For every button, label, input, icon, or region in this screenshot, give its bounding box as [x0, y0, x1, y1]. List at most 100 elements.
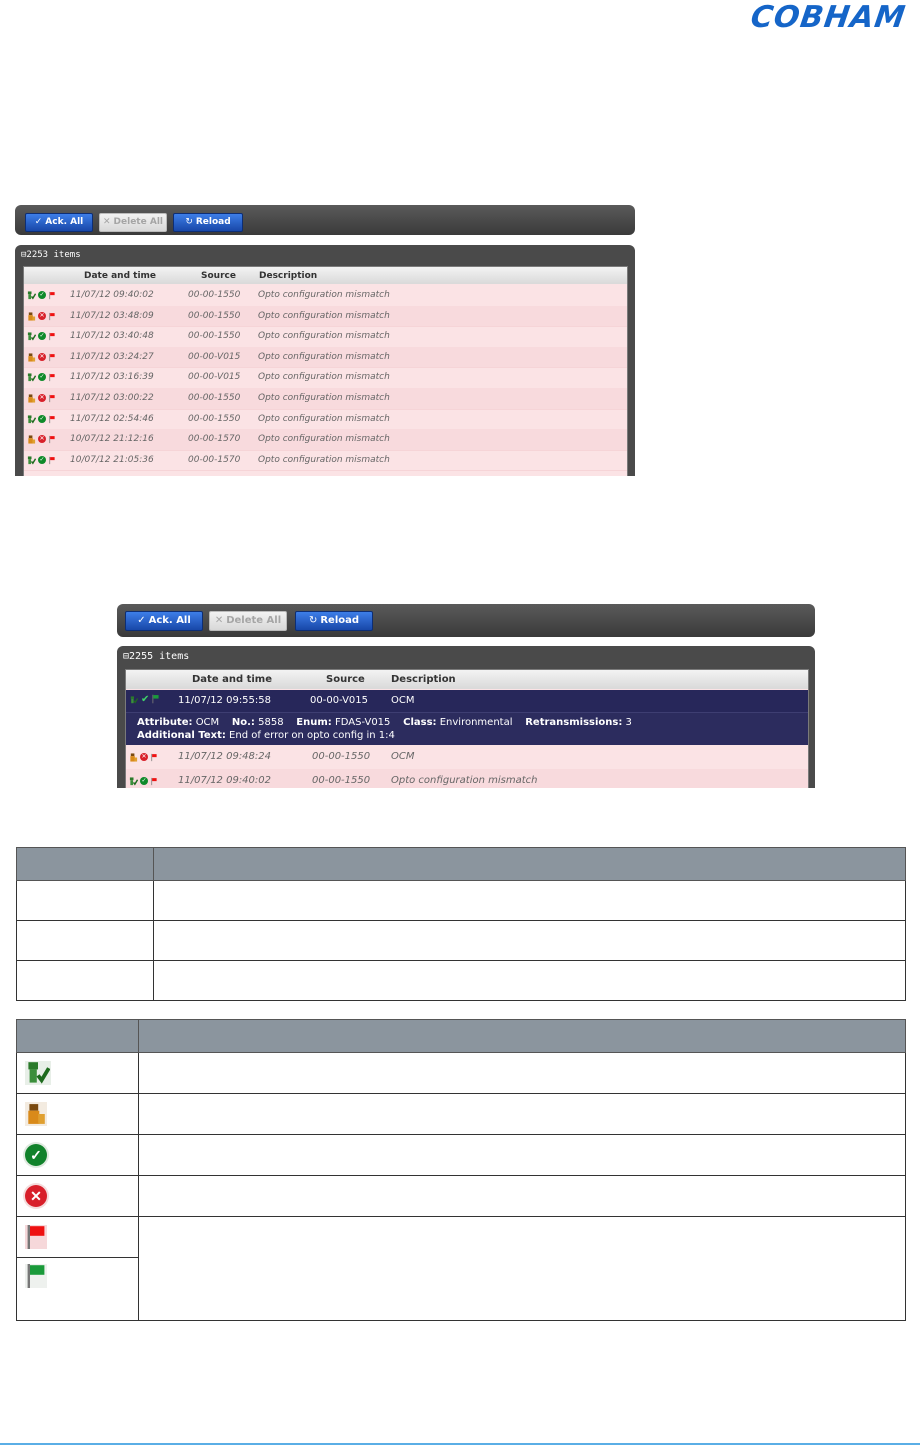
table-row[interactable]: ✓ 10/07/12 21:05:36 00-00-1570 Opto configu… — [24, 450, 627, 472]
table-row[interactable]: ✓ 11/07/12 09:40:02 00-00-1550 Opto configu… — [126, 769, 808, 788]
column-date[interactable]: Date and time — [84, 271, 156, 281]
table-row[interactable]: ✕ 11/07/12 09:48:24 00-00-1550 OCM — [126, 745, 808, 770]
alarm-list-panel: ⊟2255 items Date and time Source Descrip… — [117, 646, 815, 788]
acknowledged-icon — [27, 415, 36, 424]
row-date: 11/07/12 03:16:39 — [70, 372, 154, 383]
delete-all-button[interactable]: ✕ Delete All — [209, 611, 287, 631]
acknowledged-icon — [129, 777, 138, 786]
double-check-icon: ✓ — [137, 615, 146, 626]
table-row[interactable]: ✕ 11/07/12 03:48:09 00-00-1550 Opto configu… — [24, 305, 627, 328]
red-flag-icon — [49, 312, 55, 321]
table-row[interactable]: ✕ 10/07/12 21:12:16 00-00-1570 Opto configu… — [24, 429, 627, 451]
alarm-log-screenshot-2: ✓ Ack. All ✕ Delete All ↻ Reload ⊟2255 item… — [117, 604, 815, 788]
item-count[interactable]: ⊟2255 items — [123, 651, 189, 662]
row-date: 11/07/12 09:48:24 — [178, 751, 272, 762]
unacknowledged-icon — [27, 312, 36, 321]
detail-line-1: Attribute: OCM No.: 5858 Enum: FDAS-V015… — [137, 717, 632, 728]
acknowledged-icon — [27, 373, 36, 382]
row-description: Opto configuration mismatch — [258, 454, 390, 465]
close-icon: ✕ — [103, 217, 111, 227]
row-source: 00-00-1550 — [188, 290, 241, 300]
red-flag-icon — [49, 394, 55, 403]
column-date[interactable]: Date and time — [192, 674, 272, 685]
ack-all-button[interactable]: ✓ Ack. All — [125, 611, 203, 631]
red-flag-icon — [49, 291, 55, 300]
reload-icon: ↻ — [308, 615, 318, 626]
row-description: Opto configuration mismatch — [258, 434, 390, 445]
row-source: 00-00-1550 — [312, 751, 371, 762]
table-row — [16, 920, 906, 961]
row-date: 11/07/12 03:24:27 — [70, 351, 154, 362]
red-flag-icon — [151, 777, 157, 786]
ok-check-icon: ✓ — [38, 332, 46, 341]
ok-check-icon: ✓ — [38, 414, 46, 423]
error-x-icon: ✕ — [38, 394, 46, 402]
alarm-list-panel: ⊟2253 items Date and time Source Descrip… — [15, 245, 635, 476]
delete-all-button[interactable]: ✕ Delete All — [99, 213, 167, 232]
table-row[interactable]: ✕ 11/07/12 03:00:22 00-00-1550 Opto configu… — [24, 388, 627, 410]
green-flag-icon — [152, 694, 159, 704]
alarm-log-screenshot-1: ✓ Ack. All ✕ Delete All ↻ Reload ⊟2253 item… — [15, 205, 635, 476]
row-date: 10/07/12 21:05:36 — [70, 454, 154, 465]
selected-row[interactable]: ✔ 11/07/12 09:55:58 00-00-V015 OCM — [126, 690, 808, 712]
row-source: 00-00-1550 — [188, 331, 241, 342]
table-row — [16, 1052, 906, 1094]
unacknowledged-icon — [27, 435, 36, 444]
error-x-icon: ✕ — [38, 352, 46, 361]
unacknowledged-icon — [129, 753, 138, 762]
row-description: Opto configuration mismatch — [258, 413, 390, 424]
icon-legend-table: ✓ ✕ — [16, 1019, 906, 1321]
acknowledged-icon — [27, 332, 36, 341]
table-row: ✓ — [16, 1134, 906, 1176]
column-description[interactable]: Description — [259, 271, 317, 281]
table-row — [16, 960, 906, 1001]
error-x-icon: ✕ — [38, 435, 46, 444]
reload-icon: ↻ — [185, 217, 193, 227]
row-date: 10/07/12 21:12:16 — [70, 434, 154, 445]
red-flag-icon — [151, 753, 157, 762]
error-x-icon: ✕ — [38, 311, 46, 320]
column-source[interactable]: Source — [201, 271, 236, 281]
table-row[interactable]: ✓ 11/07/12 09:40:02 00-00-1550 Opto configu… — [24, 285, 627, 307]
row-date: 11/07/12 03:48:09 — [70, 310, 154, 321]
close-icon: ✕ — [214, 615, 224, 626]
row-description: Opto configuration mismatch — [258, 351, 390, 362]
acknowledged-icon — [27, 456, 36, 465]
alarm-grid: Date and time Source Description ✓ 11/07/… — [23, 266, 628, 476]
row-source: 00-00-1550 — [188, 413, 241, 424]
error-x-icon: ✕ — [25, 1185, 47, 1207]
row-date: 11/07/12 03:00:22 — [70, 393, 154, 403]
ack-all-button[interactable]: ✓ Ack. All — [25, 213, 93, 232]
table-row — [16, 1093, 906, 1135]
reload-button[interactable]: ↻ Reload — [295, 611, 373, 631]
reload-button[interactable]: ↻ Reload — [173, 213, 243, 232]
check-icon: ✔ — [141, 694, 150, 705]
cobham-logo: COBHAM — [748, 0, 909, 35]
column-source[interactable]: Source — [326, 674, 365, 685]
table-row[interactable]: ✓ 11/07/12 03:16:39 00-00-V015 Opto configu… — [24, 367, 627, 389]
double-check-icon: ✓ — [34, 217, 43, 227]
table-row[interactable]: ✕ 11/07/12 03:24:27 00-00-V015 Opto configu… — [24, 346, 627, 369]
row-description: Opto configuration mismatch — [258, 372, 390, 383]
table-header-row — [16, 1019, 906, 1053]
column-description[interactable]: Description — [391, 674, 456, 685]
row-description: Opto configuration mismatch — [258, 310, 390, 321]
row-source: 00-00-1550 — [312, 775, 371, 786]
red-flag-icon — [49, 435, 55, 444]
acknowledged-icon — [130, 695, 138, 705]
table-row[interactable]: ✓ 11/07/12 02:54:46 00-00-1550 Opto configu… — [24, 409, 627, 431]
red-flag-icon — [25, 1225, 47, 1249]
row-source: 00-00-1550 — [188, 310, 241, 321]
alarm-toolbar: ✓ Ack. All ✕ Delete All ↻ Reload — [117, 604, 815, 637]
alarm-detail-panel: Attribute: OCM No.: 5858 Enum: FDAS-V015… — [126, 712, 808, 745]
unacknowledged-icon — [27, 394, 36, 403]
acknowledged-icon — [25, 1061, 51, 1085]
table-row — [16, 880, 906, 921]
green-flag-icon — [25, 1264, 47, 1288]
table-row[interactable]: ✓ 11/07/12 03:40:48 00-00-1550 Opto configu… — [24, 326, 627, 348]
table-row — [16, 1216, 906, 1321]
unacknowledged-icon — [25, 1102, 47, 1126]
item-count[interactable]: ⊟2253 items — [21, 250, 81, 260]
row-description: Opto configuration mismatch — [391, 775, 538, 786]
grid-header: Date and time Source Description — [126, 670, 808, 689]
